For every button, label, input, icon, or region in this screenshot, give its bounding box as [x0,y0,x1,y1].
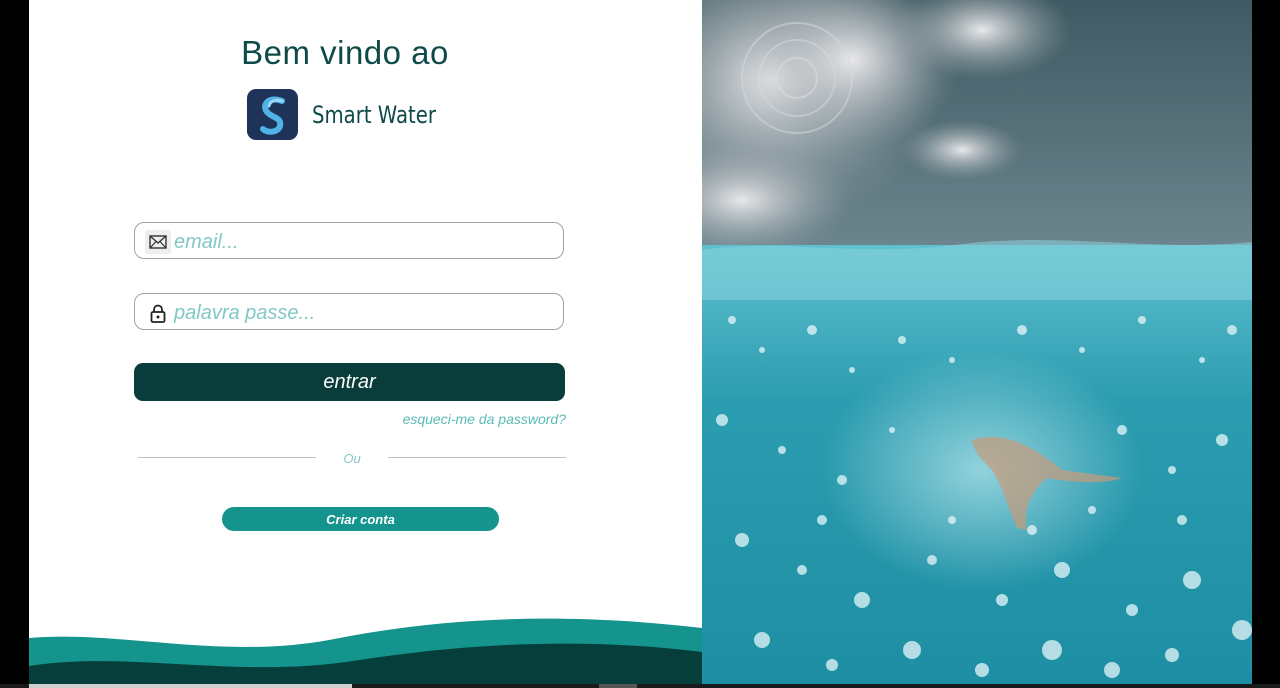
strip-segment [29,684,352,688]
login-panel: Bem vindo ao Smart Water email... entrar… [29,0,702,686]
bottom-strip [0,684,1280,688]
strip-segment [599,684,637,688]
forgot-password-link[interactable]: esqueci-me da password? [329,411,566,427]
underwater-photo [702,0,1252,686]
brand: Smart Water [247,89,463,140]
smart-water-logo-icon [247,89,298,140]
password-field[interactable] [134,293,564,330]
email-input[interactable] [172,227,556,257]
welcome-heading: Bem vindo ao [241,34,449,71]
divider-label: Ou [343,451,361,466]
lock-icon [145,301,171,325]
login-button[interactable]: entrar [134,363,565,401]
app-name: Smart Water [312,100,436,129]
divider-left [138,457,316,458]
envelope-icon [145,230,171,254]
create-account-button[interactable]: Criar conta [222,507,499,531]
hero-image [702,0,1252,686]
decorative-waves [29,618,702,686]
email-field[interactable] [134,222,564,259]
divider-right [388,457,566,458]
password-input[interactable] [172,298,556,328]
